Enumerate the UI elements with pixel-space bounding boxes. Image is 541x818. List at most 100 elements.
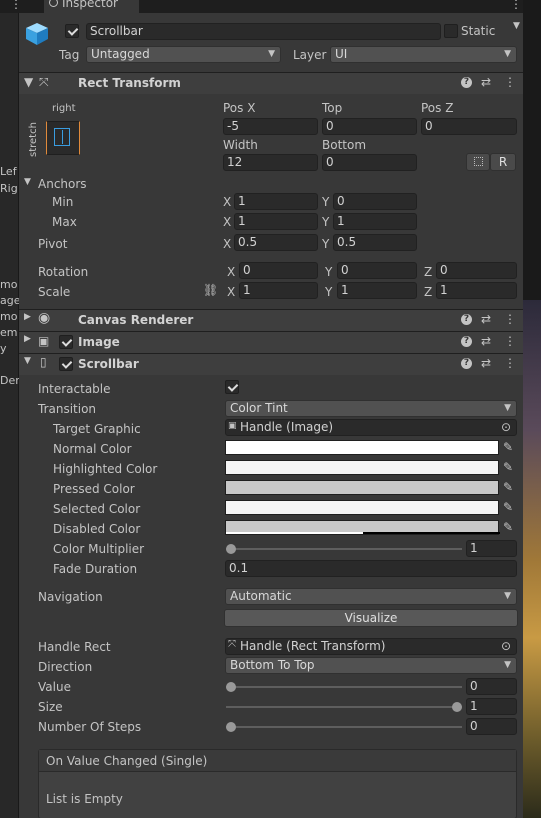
hierarchy-item[interactable]: em [0,326,19,339]
pressed-color-swatch[interactable] [225,480,499,495]
eyedropper-icon[interactable]: ✎ [500,440,516,455]
object-picker-icon[interactable]: ⊙ [501,639,511,653]
width-label: Width [223,138,258,152]
handle-rect-field[interactable]: Handle (Rect Transform) [225,638,517,655]
hierarchy-item[interactable]: mo [0,278,19,291]
steps-slider-knob[interactable] [226,722,236,732]
hierarchy-item[interactable]: Der [0,374,19,387]
canvas-renderer-header[interactable]: ▶ ◉ Canvas Renderer ? ⇄ ⋮ [19,309,523,331]
size-slider-track[interactable] [226,706,462,708]
scale-z-input[interactable]: 1 [436,282,517,299]
rect-transform-icon: ⤧ [39,75,49,89]
help-icon[interactable]: ? [461,358,472,369]
scrollbar-header[interactable]: ▼ ▯ Scrollbar ? ⇄ ⋮ [19,353,523,375]
help-icon[interactable]: ? [461,77,472,88]
gameobject-name-input[interactable]: Scrollbar [86,23,441,40]
value-input[interactable]: 0 [466,678,517,695]
static-dropdown-icon[interactable]: ▼ [513,21,520,31]
component-menu-icon[interactable]: ⋮ [504,356,516,370]
component-menu-icon[interactable]: ⋮ [504,312,516,326]
selected-color-swatch[interactable] [225,500,499,515]
value-slider-track[interactable] [226,686,462,688]
highlighted-color-swatch[interactable] [225,460,499,475]
color-multiplier-slider-track[interactable] [226,548,462,550]
preset-icon[interactable]: ⇄ [481,75,491,89]
tag-dropdown[interactable]: Untagged ▼ [86,46,281,63]
size-input[interactable]: 1 [466,698,517,715]
object-picker-icon[interactable]: ⊙ [501,420,511,434]
help-icon[interactable]: ? [461,336,472,347]
eyedropper-icon[interactable]: ✎ [500,460,516,475]
rotation-y-input[interactable]: 0 [337,262,417,279]
static-checkbox[interactable] [444,24,458,38]
direction-dropdown[interactable]: Bottom To Top ▼ [225,657,517,674]
fade-duration-input[interactable]: 0.1 [225,560,517,577]
on-value-changed-event: On Value Changed (Single) List is Empty [38,749,517,818]
min-y-input[interactable]: 0 [333,193,417,210]
color-multiplier-slider-knob[interactable] [226,544,236,554]
eyedropper-icon[interactable]: ✎ [500,520,516,535]
transition-dropdown[interactable]: Color Tint ▼ [225,400,517,417]
tab-menu-icon[interactable]: ⋮ [510,0,522,11]
bottom-input[interactable]: 0 [322,154,417,171]
image-icon: ▣ [38,334,50,348]
gameobject-cube-icon [26,23,48,45]
steps-slider-track[interactable] [226,726,462,728]
raw-edit-button[interactable]: R [490,153,516,171]
max-x-input[interactable]: 1 [234,213,318,230]
min-x-input[interactable]: 1 [234,193,318,210]
preset-icon[interactable]: ⇄ [481,334,491,348]
interactable-checkbox[interactable] [225,380,239,394]
foldout-arrow-icon[interactable]: ▶ [24,334,31,344]
layer-dropdown[interactable]: UI ▼ [330,46,517,63]
max-y-input[interactable]: 1 [333,213,417,230]
width-input[interactable]: 12 [223,154,318,171]
help-icon[interactable]: ? [461,314,472,325]
scrollbar-enabled-checkbox[interactable] [59,357,73,371]
normal-color-swatch[interactable] [225,440,499,455]
color-multiplier-input[interactable]: 1 [466,540,517,557]
scale-y-input[interactable]: 1 [337,282,417,299]
foldout-arrow-icon[interactable]: ▼ [24,356,31,366]
scale-label: Scale [38,285,71,299]
image-header[interactable]: ▶ ▣ Image ? ⇄ ⋮ [19,331,523,353]
pivot-y-input[interactable]: 0.5 [333,234,417,251]
rect-transform-header[interactable]: ▼ ⤧ Rect Transform ? ⇄ ⋮ [19,72,523,94]
eyedropper-icon[interactable]: ✎ [500,500,516,515]
hierarchy-item[interactable]: age [0,294,19,307]
hierarchy-item[interactable]: mo [0,310,19,323]
hierarchy-item[interactable]: Lef [0,165,19,178]
anchors-foldout-icon[interactable]: ▼ [24,177,31,187]
pivot-x-input[interactable]: 0.5 [234,234,318,251]
value-slider-knob[interactable] [226,682,236,692]
pos-x-input[interactable]: -5 [223,118,318,135]
preset-icon[interactable]: ⇄ [481,356,491,370]
preset-icon[interactable]: ⇄ [481,312,491,326]
steps-input[interactable]: 0 [466,718,517,735]
foldout-arrow-icon[interactable]: ▼ [24,75,33,89]
disabled-color-swatch[interactable] [225,520,500,535]
rotation-z-input[interactable]: 0 [436,262,517,279]
pos-z-input[interactable]: 0 [421,118,517,135]
anchor-preset-button[interactable] [46,121,80,155]
target-graphic-field[interactable]: Handle (Image) [225,419,517,436]
navigation-label: Navigation [38,590,103,604]
scale-x-input[interactable]: 1 [239,282,318,299]
hierarchy-item[interactable]: Rig [0,182,19,195]
hierarchy-item[interactable]: y [0,342,19,355]
visualize-button[interactable]: Visualize [224,609,518,627]
navigation-dropdown[interactable]: Automatic ▼ [225,588,517,605]
eyedropper-icon[interactable]: ✎ [500,480,516,495]
active-checkbox[interactable] [65,24,79,38]
component-menu-icon[interactable]: ⋮ [504,75,516,89]
component-menu-icon[interactable]: ⋮ [504,334,516,348]
tab-inspector[interactable]: Inspector [44,0,139,13]
rotation-x-input[interactable]: 0 [239,262,318,279]
direction-value: Bottom To Top [230,658,315,672]
image-enabled-checkbox[interactable] [59,335,73,349]
top-input[interactable]: 0 [322,118,417,135]
foldout-arrow-icon[interactable]: ▶ [24,312,31,322]
link-scale-icon[interactable]: ⛓ [203,283,218,297]
blueprint-mode-button[interactable] [466,153,490,171]
size-slider-knob[interactable] [452,702,462,712]
